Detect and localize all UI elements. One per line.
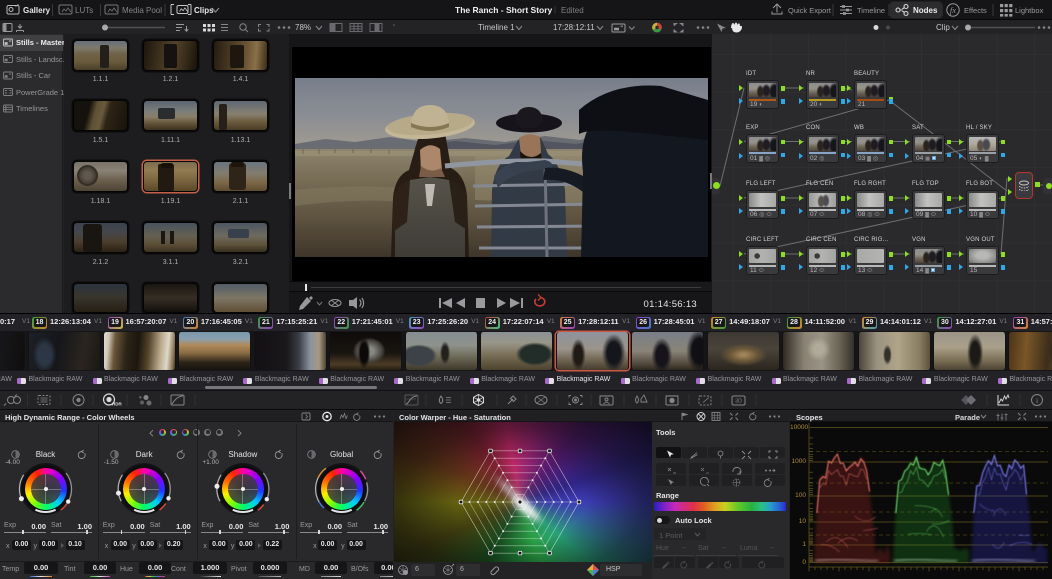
- svg-text:01:14:56:13: 01:14:56:13: [644, 299, 698, 310]
- svg-text:HDR: HDR: [112, 402, 122, 407]
- svg-text:i: i: [1036, 396, 1038, 405]
- svg-text:fx: fx: [950, 5, 956, 15]
- svg-text:3D: 3D: [735, 399, 742, 405]
